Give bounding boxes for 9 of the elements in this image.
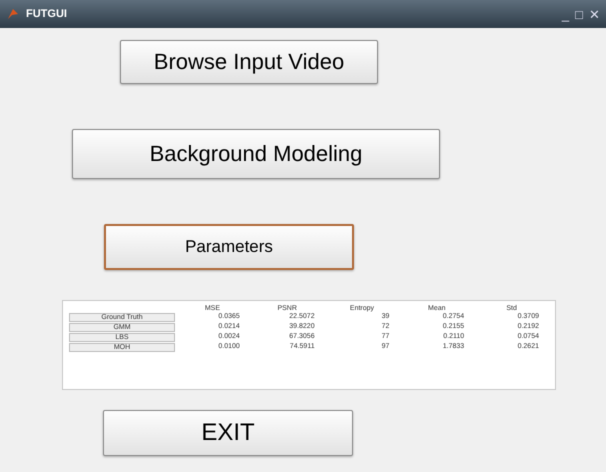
action-button[interactable]: Background Modeling [72, 129, 440, 179]
window-title: FUTGUI [26, 8, 67, 20]
exit-button[interactable]: EXIT [103, 410, 353, 456]
action-button[interactable]: Browse Input Video [120, 40, 378, 84]
window-control[interactable]: _ [562, 6, 570, 22]
app-icon [6, 7, 20, 21]
window-control[interactable]: ✕ [589, 6, 600, 22]
action-button[interactable]: Parameters [104, 224, 354, 270]
window-control[interactable]: □ [575, 6, 583, 22]
